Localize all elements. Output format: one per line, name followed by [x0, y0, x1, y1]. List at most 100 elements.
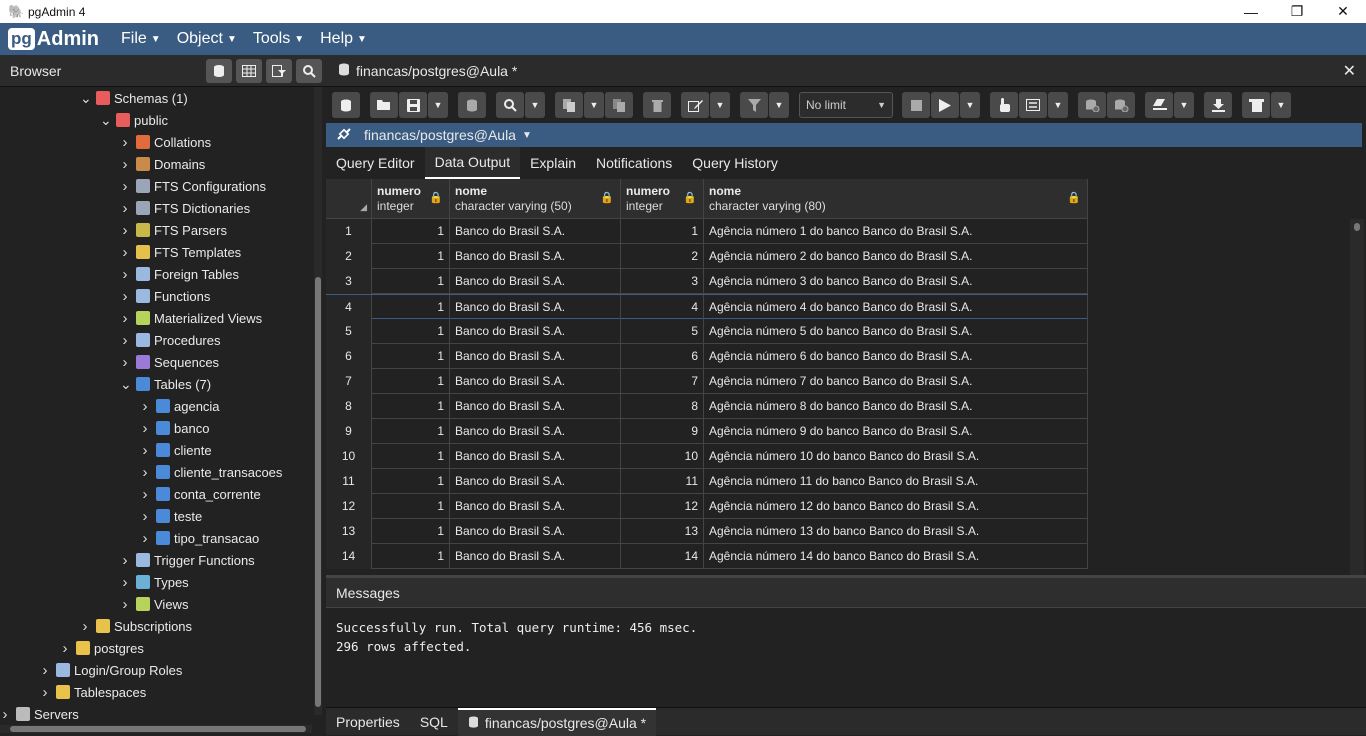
filter-icon[interactable]: [740, 92, 768, 118]
download-icon[interactable]: [1204, 92, 1232, 118]
tree-node[interactable]: › FTS Dictionaries: [120, 197, 251, 219]
table-cell[interactable]: Banco do Brasil S.A.: [450, 419, 621, 444]
chevron-down-icon[interactable]: ⌄: [80, 91, 92, 105]
tree-node[interactable]: › cliente_transacoes: [140, 461, 283, 483]
tree-node[interactable]: › Sequences: [120, 351, 220, 373]
tree-node[interactable]: ⌄ Schemas (1): [80, 87, 188, 109]
table-cell[interactable]: Agência número 10 do banco Banco do Bras…: [704, 444, 1088, 469]
paste-icon[interactable]: [605, 92, 633, 118]
chevron-right-icon[interactable]: ›: [0, 706, 10, 723]
tree-node[interactable]: › Views: [120, 593, 189, 615]
tree-node[interactable]: ⌄ public: [100, 109, 168, 131]
table-cell[interactable]: 12: [621, 494, 704, 519]
minimize-button[interactable]: —: [1228, 0, 1274, 23]
table-cell[interactable]: Agência número 9 do banco Banco do Brasi…: [704, 419, 1088, 444]
tree-node[interactable]: › cliente: [140, 439, 212, 461]
table-cell[interactable]: Agência número 1 do banco Banco do Brasi…: [704, 219, 1088, 244]
row-number[interactable]: 7: [326, 369, 372, 394]
row-number[interactable]: 1: [326, 219, 372, 244]
table-cell[interactable]: 7: [621, 369, 704, 394]
column-header[interactable]: numero integer 🔒: [372, 179, 450, 219]
row-number[interactable]: 11: [326, 469, 372, 494]
chevron-right-icon[interactable]: ›: [40, 662, 50, 679]
table-cell[interactable]: Agência número 11 do banco Banco do Bras…: [704, 469, 1088, 494]
tree-node[interactable]: › Domains: [120, 153, 206, 175]
table-cell[interactable]: 14: [621, 544, 704, 569]
table-cell[interactable]: Agência número 13 do banco Banco do Bras…: [704, 519, 1088, 544]
table-cell[interactable]: Banco do Brasil S.A.: [450, 219, 621, 244]
table-row[interactable]: 11 1 Banco do Brasil S.A. 11 Agência número …: [326, 469, 1088, 494]
table-cell[interactable]: 13: [621, 519, 704, 544]
table-cell[interactable]: Banco do Brasil S.A.: [450, 295, 621, 320]
menu-file[interactable]: File ▼: [121, 30, 161, 48]
save-file-icon[interactable]: [399, 92, 427, 118]
table-cell[interactable]: 1: [372, 344, 450, 369]
table-cell[interactable]: Banco do Brasil S.A.: [450, 469, 621, 494]
chevron-right-icon[interactable]: ›: [120, 552, 130, 569]
table-cell[interactable]: 1: [372, 544, 450, 569]
copy-dropdown-icon[interactable]: ▼: [584, 92, 604, 118]
close-window-button[interactable]: ✕: [1320, 0, 1366, 23]
table-cell[interactable]: 6: [621, 344, 704, 369]
row-number[interactable]: 6: [326, 344, 372, 369]
menu-object[interactable]: Object ▼: [177, 30, 237, 48]
table-cell[interactable]: 1: [372, 519, 450, 544]
chevron-right-icon[interactable]: ›: [140, 442, 150, 459]
row-number[interactable]: 9: [326, 419, 372, 444]
tree-node[interactable]: › Materialized Views: [120, 307, 263, 329]
chevron-down-icon[interactable]: ⌄: [100, 113, 112, 127]
grid-corner[interactable]: ◢: [326, 179, 372, 219]
filtered-rows-icon[interactable]: [266, 58, 292, 83]
rollback-icon[interactable]: [1107, 92, 1135, 118]
row-number[interactable]: 4: [326, 295, 372, 320]
explain-dropdown-icon[interactable]: ▼: [1048, 92, 1068, 118]
row-number[interactable]: 13: [326, 519, 372, 544]
table-cell[interactable]: 1: [372, 269, 450, 294]
tree-node[interactable]: › FTS Configurations: [120, 175, 267, 197]
table-cell[interactable]: 1: [372, 319, 450, 344]
column-header[interactable]: numero integer 🔒: [621, 179, 704, 219]
chevron-right-icon[interactable]: ›: [120, 222, 130, 239]
table-cell[interactable]: Banco do Brasil S.A.: [450, 394, 621, 419]
tree-node[interactable]: › Subscriptions: [80, 615, 193, 637]
tree-node[interactable]: › Tablespaces: [40, 681, 147, 703]
table-row[interactable]: 13 1 Banco do Brasil S.A. 13 Agência número …: [326, 519, 1088, 544]
query-tool-icon[interactable]: [206, 58, 232, 83]
execute-icon[interactable]: [931, 92, 959, 118]
chevron-right-icon[interactable]: ›: [140, 486, 150, 503]
column-header[interactable]: nome character varying (80) 🔒: [704, 179, 1088, 219]
search-objects-icon[interactable]: [296, 58, 322, 83]
table-row[interactable]: 9 1 Banco do Brasil S.A. 9 Agência número 9 …: [326, 419, 1088, 444]
tree-node[interactable]: › Types: [120, 571, 189, 593]
tree-node[interactable]: › Trigger Functions: [120, 549, 255, 571]
table-cell[interactable]: 2: [621, 244, 704, 269]
save-data-changes-icon[interactable]: [458, 92, 486, 118]
table-cell[interactable]: 1: [372, 494, 450, 519]
tree-node[interactable]: › teste: [140, 505, 203, 527]
chevron-right-icon[interactable]: ›: [120, 310, 130, 327]
table-cell[interactable]: Agência número 6 do banco Banco do Brasi…: [704, 344, 1088, 369]
table-cell[interactable]: 11: [621, 469, 704, 494]
chevron-right-icon[interactable]: ›: [60, 640, 70, 657]
row-number[interactable]: 10: [326, 444, 372, 469]
copy-icon[interactable]: [555, 92, 583, 118]
table-cell[interactable]: 1: [372, 369, 450, 394]
table-cell[interactable]: Banco do Brasil S.A.: [450, 544, 621, 569]
tree-node[interactable]: › banco: [140, 417, 210, 439]
tree-vertical-scrollbar[interactable]: [314, 87, 322, 715]
table-cell[interactable]: 9: [621, 419, 704, 444]
macros-dropdown-icon[interactable]: ▼: [1271, 92, 1291, 118]
table-cell[interactable]: Agência número 3 do banco Banco do Brasi…: [704, 269, 1088, 294]
chevron-right-icon[interactable]: ›: [140, 420, 150, 437]
tree-node[interactable]: › postgres: [60, 637, 144, 659]
table-cell[interactable]: Agência número 14 do banco Banco do Bras…: [704, 544, 1088, 569]
table-cell[interactable]: Banco do Brasil S.A.: [450, 344, 621, 369]
tree-node[interactable]: › Servers: [0, 703, 79, 725]
execute-dropdown-icon[interactable]: ▼: [960, 92, 980, 118]
table-cell[interactable]: Banco do Brasil S.A.: [450, 319, 621, 344]
tree-node[interactable]: › FTS Templates: [120, 241, 242, 263]
table-cell[interactable]: Agência número 7 do banco Banco do Brasi…: [704, 369, 1088, 394]
open-file-icon[interactable]: [370, 92, 398, 118]
tree-node[interactable]: › Collations: [120, 131, 212, 153]
delete-icon[interactable]: [643, 92, 671, 118]
